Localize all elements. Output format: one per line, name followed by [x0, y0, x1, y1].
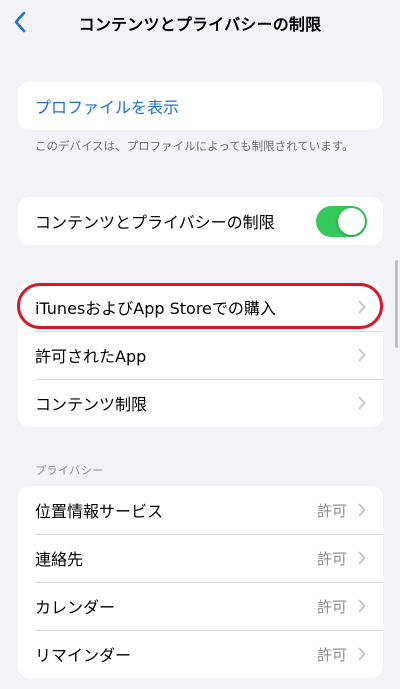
- toggle-knob: [338, 207, 365, 235]
- chevron-right-icon: [357, 395, 367, 411]
- restrictions-toggle-group: コンテンツとプライバシーの制限: [18, 197, 383, 245]
- location-services-item[interactable]: 位置情報サービス 許可: [18, 486, 383, 534]
- row-label: 連絡先: [35, 550, 84, 569]
- row-value: 許可: [316, 645, 347, 664]
- reminders-item[interactable]: リマインダー 許可: [18, 630, 383, 678]
- restrictions-toggle-switch[interactable]: [316, 205, 367, 237]
- navigation-bar: コンテンツとプライバシーの制限: [0, 0, 400, 44]
- row-label: 位置情報サービス: [35, 502, 164, 521]
- calendars-item[interactable]: カレンダー 許可: [18, 582, 383, 630]
- row-label: iTunesおよびApp Storeでの購入: [35, 299, 276, 318]
- row-value: 許可: [316, 597, 347, 616]
- row-value: 許可: [316, 501, 347, 520]
- profile-footnote: このデバイスは、プロファイルによっても制限されています。: [35, 139, 354, 153]
- itunes-app-store-purchases-item[interactable]: iTunesおよびApp Storeでの購入: [18, 283, 383, 331]
- store-group: iTunesおよびApp Storeでの購入 許可されたApp コンテンツ制限: [18, 283, 383, 427]
- chevron-right-icon: [357, 347, 367, 363]
- restrictions-toggle-label: コンテンツとプライバシーの制限: [35, 213, 275, 232]
- view-profile-link[interactable]: プロファイルを表示: [18, 82, 383, 130]
- privacy-section-header: プライバシー: [35, 464, 104, 477]
- privacy-group: 位置情報サービス 許可 連絡先 許可 カレンダー 許可 リマインダー 許可: [18, 486, 383, 678]
- chevron-right-icon: [357, 598, 367, 614]
- chevron-right-icon: [357, 502, 367, 518]
- settings-screen: コンテンツとプライバシーの制限 プロファイルを表示 このデバイスは、プロファイル…: [0, 0, 400, 689]
- scroll-indicator[interactable]: [395, 260, 398, 348]
- chevron-right-icon: [357, 646, 367, 662]
- row-value: 許可: [316, 549, 347, 568]
- row-label: 許可されたApp: [35, 347, 147, 366]
- allowed-apps-item[interactable]: 許可されたApp: [18, 331, 383, 379]
- row-label: コンテンツ制限: [35, 395, 148, 414]
- contacts-item[interactable]: 連絡先 許可: [18, 534, 383, 582]
- chevron-right-icon: [357, 550, 367, 566]
- page-title: コンテンツとプライバシーの制限: [78, 15, 322, 34]
- content-restrictions-item[interactable]: コンテンツ制限: [18, 379, 383, 427]
- restrictions-toggle-row: コンテンツとプライバシーの制限: [18, 197, 383, 245]
- chevron-right-icon: [357, 299, 367, 315]
- profile-group: プロファイルを表示: [18, 82, 383, 130]
- row-label: カレンダー: [35, 598, 116, 617]
- row-label: リマインダー: [35, 646, 132, 665]
- view-profile-label: プロファイルを表示: [35, 98, 180, 117]
